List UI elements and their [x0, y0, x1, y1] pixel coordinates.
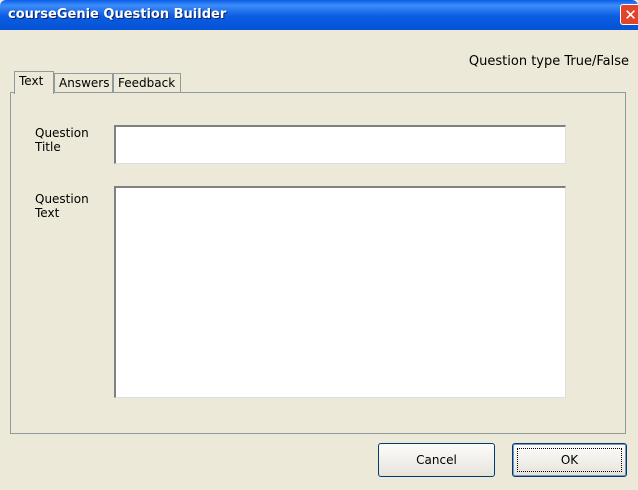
tab-panel-text: Question Title Question Text — [10, 92, 626, 434]
window-title: courseGenie Question Builder — [8, 7, 227, 22]
question-title-input[interactable] — [114, 125, 566, 164]
question-text-input[interactable] — [114, 186, 566, 398]
cancel-button-label: Cancel — [416, 453, 457, 467]
tab-text-label: Text — [19, 74, 44, 88]
tab-feedback[interactable]: Feedback — [113, 73, 181, 92]
tab-answers-label: Answers — [59, 76, 110, 90]
question-text-label: Question Text — [35, 192, 89, 220]
close-icon: ✕ — [624, 6, 637, 24]
close-button[interactable]: ✕ — [620, 4, 638, 25]
title-bar: courseGenie Question Builder ✕ — [0, 0, 638, 30]
tab-answers[interactable]: Answers — [54, 73, 113, 92]
dialog-body: Question type True/False Text Answers Fe… — [0, 30, 638, 490]
cancel-button[interactable]: Cancel — [378, 443, 495, 477]
tab-feedback-label: Feedback — [118, 76, 176, 90]
ok-button-label: OK — [560, 453, 579, 467]
tab-text[interactable]: Text — [14, 71, 54, 94]
ok-button[interactable]: OK — [512, 443, 627, 477]
question-type-label: Question type True/False — [468, 54, 629, 69]
question-title-label: Question Title — [35, 126, 89, 154]
